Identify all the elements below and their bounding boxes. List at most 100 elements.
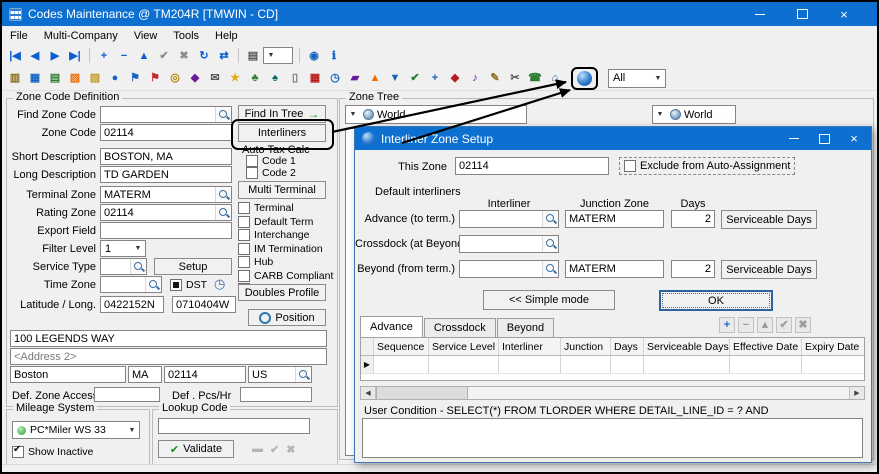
music-note-icon[interactable]: ♪ <box>467 70 483 86</box>
grid-cell[interactable] <box>374 356 429 373</box>
check-icon[interactable]: ✔ <box>407 70 423 86</box>
user-condition-textarea[interactable] <box>362 418 863 458</box>
advance-days-field[interactable] <box>671 210 715 228</box>
filter-level-dropdown[interactable]: 1 ▼ <box>100 240 146 257</box>
tab[interactable]: Crossdock <box>424 318 496 337</box>
menu-item[interactable]: Tools <box>165 30 207 42</box>
up-arrow-icon[interactable]: ▲ <box>367 70 383 86</box>
web-icon[interactable]: ◉ <box>306 48 322 64</box>
refresh-icon[interactable]: ↻ <box>196 48 212 64</box>
delete-row-icon[interactable]: − <box>738 317 754 333</box>
beyond-interliner-input[interactable] <box>460 261 542 277</box>
first-record-icon[interactable]: |◀ <box>7 48 23 64</box>
export-field-field[interactable] <box>100 222 232 239</box>
clock-icon[interactable]: ◷ <box>214 276 225 292</box>
coins-icon[interactable]: ◎ <box>167 70 183 86</box>
spade-icon[interactable]: ♠ <box>267 70 283 86</box>
delete-record-icon[interactable]: − <box>116 48 132 64</box>
service-type-field[interactable] <box>100 258 147 275</box>
search-icon[interactable] <box>542 211 558 227</box>
add-row-icon[interactable]: + <box>719 317 735 333</box>
scroll-right-icon[interactable]: ▶ <box>849 387 864 399</box>
interliner-zones-icon[interactable] <box>577 71 592 86</box>
menu-item[interactable]: Multi-Company <box>36 30 126 42</box>
def-pcs-hr-field[interactable] <box>240 387 312 402</box>
folder-icon[interactable]: ▨ <box>87 70 103 86</box>
validate-button[interactable]: ✔ Validate <box>158 440 234 458</box>
beyond-junction-input[interactable] <box>566 261 663 277</box>
grid-cell[interactable] <box>561 356 611 373</box>
tab[interactable]: Advance <box>360 316 423 337</box>
grid-cell[interactable] <box>730 356 802 373</box>
grid-header-cell[interactable]: Expiry Date <box>802 338 865 355</box>
pencil-icon[interactable]: ✎ <box>487 70 503 86</box>
time-zone-field[interactable] <box>100 276 162 293</box>
grid-cell[interactable] <box>644 356 730 373</box>
terminal-zone-field[interactable] <box>100 186 232 203</box>
report-icon[interactable]: ▧ <box>67 70 83 86</box>
list-icon[interactable]: ▤ <box>47 70 63 86</box>
code2-checkbox[interactable] <box>246 167 258 179</box>
address-line1-field[interactable] <box>10 330 327 347</box>
phone-icon[interactable]: ☎ <box>527 70 543 86</box>
short-description-input[interactable] <box>101 149 231 164</box>
long-description-input[interactable] <box>101 167 231 182</box>
interliner-grid[interactable]: SequenceService LevelInterlinerJunctionD… <box>360 337 865 381</box>
country-field[interactable] <box>248 366 312 383</box>
service-type-input[interactable] <box>101 259 130 274</box>
globe-icon[interactable]: ● <box>107 70 123 86</box>
search-icon[interactable] <box>295 367 311 382</box>
search-icon[interactable] <box>130 259 146 274</box>
tab[interactable]: Beyond <box>497 318 554 337</box>
find-zone-code-input[interactable] <box>101 107 215 122</box>
latitude-input[interactable] <box>101 297 163 312</box>
edit-record-icon[interactable]: ▲ <box>136 48 152 64</box>
calendar-icon[interactable]: ▦ <box>307 70 323 86</box>
flag-checkbox[interactable] <box>238 270 250 282</box>
mileage-system-dropdown[interactable]: PC*Miler WS 33 ▼ <box>12 421 140 439</box>
mail-icon[interactable]: ✉ <box>207 70 223 86</box>
star-icon[interactable]: ★ <box>227 70 243 86</box>
horizontal-scrollbar[interactable]: ◀ ▶ <box>360 386 865 400</box>
terminal-zone-input[interactable] <box>101 187 215 202</box>
close-button[interactable]: × <box>823 2 865 26</box>
city-field[interactable] <box>10 366 126 383</box>
doubles-profile-button[interactable]: Doubles Profile <box>238 284 326 301</box>
advance-interliner-input[interactable] <box>460 211 542 227</box>
advance-days-input[interactable] <box>672 211 714 227</box>
interliners-button[interactable]: Interliners <box>238 124 326 142</box>
def-pcs-hr-input[interactable] <box>241 388 311 401</box>
beyond-days-input[interactable] <box>672 261 714 277</box>
this-zone-field[interactable] <box>455 157 609 175</box>
print-icon[interactable]: ▤ <box>245 48 261 64</box>
zone-tree-target-dropdown[interactable]: ▼ World <box>652 105 736 124</box>
flag-checkbox[interactable] <box>238 216 250 228</box>
post-row-icon[interactable]: ✔ <box>776 317 792 333</box>
search-icon[interactable] <box>215 187 231 202</box>
grid-cell[interactable] <box>429 356 499 373</box>
find-zone-code-field[interactable] <box>100 106 232 123</box>
zip-input[interactable] <box>165 367 245 382</box>
def-zone-access-field[interactable] <box>94 387 160 402</box>
advance-serviceable-days-button[interactable]: Serviceable Days <box>721 210 817 229</box>
home-icon[interactable]: ⌂ <box>547 70 563 86</box>
grid-header-cell[interactable]: Days <box>611 338 644 355</box>
menu-item[interactable]: View <box>126 30 166 42</box>
plus-icon[interactable]: + <box>427 70 443 86</box>
address-line2-field[interactable] <box>10 348 327 365</box>
zone-code-field[interactable] <box>100 124 232 141</box>
menu-item[interactable]: Help <box>207 30 246 42</box>
grid-header-cell[interactable]: Serviceable Days <box>644 338 730 355</box>
grid-header-cell[interactable]: Effective Date <box>730 338 802 355</box>
transfer-icon[interactable]: ⇄ <box>216 48 232 64</box>
shield-icon[interactable]: ◆ <box>447 70 463 86</box>
cancel-row-icon[interactable]: ✖ <box>795 317 811 333</box>
state-input[interactable] <box>129 367 161 382</box>
cancel-icon[interactable]: ✖ <box>176 48 192 64</box>
grid-cell[interactable] <box>611 356 644 373</box>
grid-cell[interactable] <box>499 356 561 373</box>
maximize-button[interactable] <box>781 2 823 26</box>
lookup-code-input[interactable] <box>159 419 309 433</box>
scroll-left-icon[interactable]: ◀ <box>361 387 376 399</box>
filter-dropdown[interactable]: All ▼ <box>608 69 666 88</box>
